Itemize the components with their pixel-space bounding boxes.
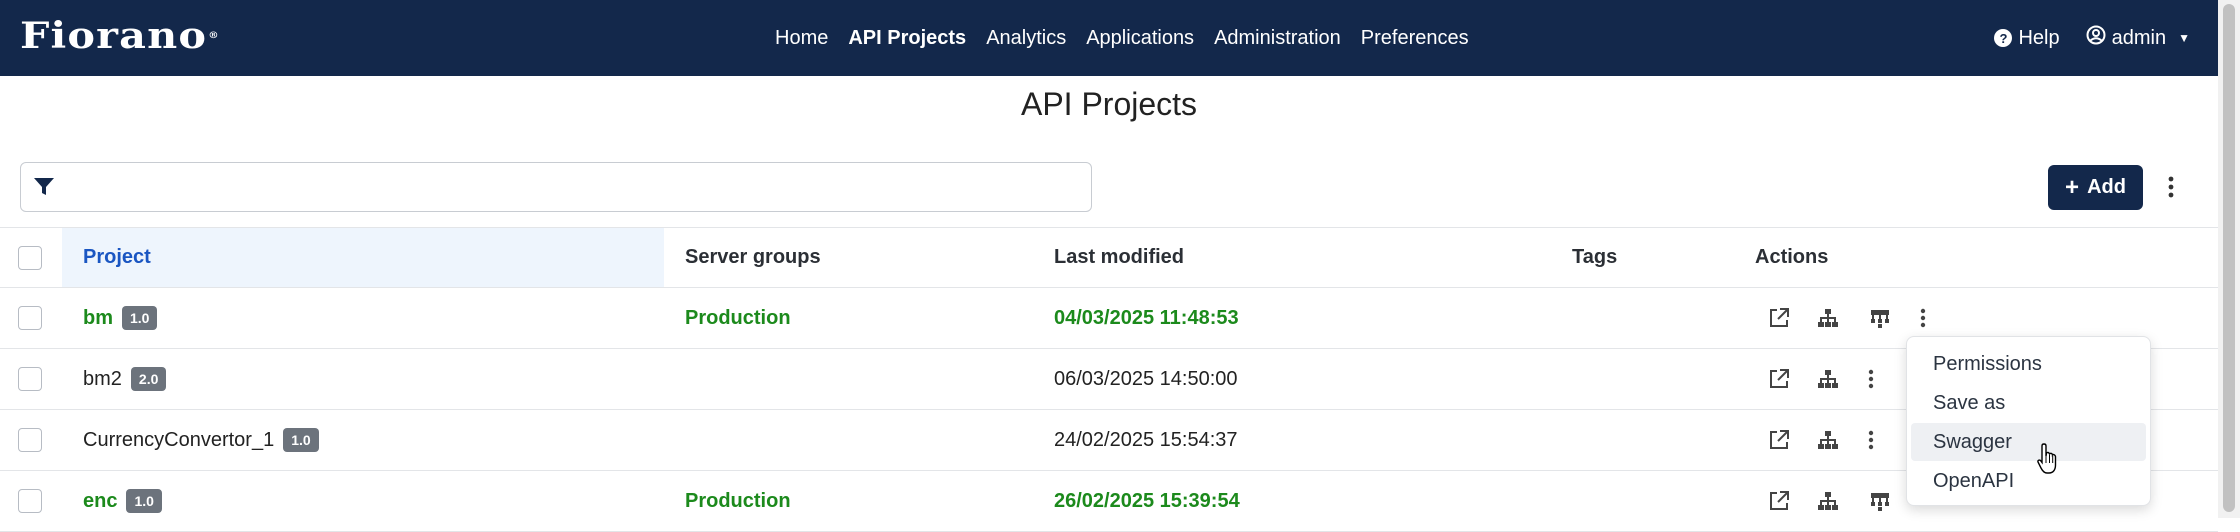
project-name-link[interactable]: enc bbox=[83, 490, 117, 513]
projects-table: Project Server groups Last modified Tags… bbox=[0, 227, 2218, 532]
help-label: Help bbox=[2018, 26, 2060, 49]
row-checkbox[interactable] bbox=[18, 367, 42, 391]
user-icon bbox=[2086, 25, 2106, 51]
version-badge: 1.0 bbox=[122, 306, 158, 330]
hierarchy-icon[interactable] bbox=[1869, 490, 1891, 512]
version-badge: 1.0 bbox=[283, 428, 319, 452]
column-header-last-modified[interactable]: Last modified bbox=[1054, 228, 1184, 287]
open-external-icon[interactable] bbox=[1768, 490, 1790, 512]
version-badge: 1.0 bbox=[126, 489, 162, 513]
nav-analytics[interactable]: Analytics bbox=[976, 0, 1076, 76]
row-checkbox[interactable] bbox=[18, 306, 42, 330]
fiorano-logo[interactable]: Fiorano® bbox=[20, 16, 220, 56]
version-badge: 2.0 bbox=[130, 367, 167, 391]
last-modified: 24/02/2025 15:54:37 bbox=[1054, 428, 1238, 451]
nav-api-projects[interactable]: API Projects bbox=[838, 0, 976, 76]
user-menu[interactable]: admin ▼ bbox=[2086, 25, 2190, 51]
add-button[interactable]: + Add bbox=[2048, 165, 2143, 210]
row-more-options-icon[interactable] bbox=[1860, 429, 1882, 451]
menu-item-openapi[interactable]: OpenAPI bbox=[1911, 462, 2146, 500]
sitemap-icon[interactable] bbox=[1817, 429, 1839, 451]
hand-pointer-icon bbox=[2036, 442, 2060, 476]
vertical-scrollbar[interactable] bbox=[2218, 0, 2240, 518]
column-header-server-groups[interactable]: Server groups bbox=[685, 228, 821, 287]
filter-bar[interactable] bbox=[20, 162, 1092, 212]
row-checkbox[interactable] bbox=[18, 428, 42, 452]
user-label: admin bbox=[2111, 26, 2167, 49]
last-modified: 26/02/2025 15:39:54 bbox=[1054, 489, 1240, 512]
scrollbar-thumb[interactable] bbox=[2223, 4, 2235, 512]
column-header-project[interactable]: Project bbox=[62, 228, 664, 287]
row-more-options-icon[interactable] bbox=[1860, 368, 1882, 390]
last-modified: 06/03/2025 14:50:00 bbox=[1054, 367, 1238, 390]
menu-item-swagger[interactable]: Swagger bbox=[1911, 423, 2146, 461]
open-external-icon[interactable] bbox=[1768, 368, 1790, 390]
column-header-actions: Actions bbox=[1755, 246, 1829, 268]
sitemap-icon[interactable] bbox=[1817, 307, 1839, 329]
help-link[interactable]: ? Help bbox=[1994, 26, 2060, 50]
last-modified: 04/03/2025 11:48:53 bbox=[1054, 306, 1239, 329]
select-all-checkbox[interactable] bbox=[18, 245, 42, 270]
project-name-link[interactable]: bm bbox=[83, 307, 113, 330]
table-row[interactable]: CurrencyConvertor_1 1.0 24/02/2025 15:54:… bbox=[0, 410, 2218, 471]
help-icon: ? bbox=[1994, 29, 2013, 47]
hierarchy-icon[interactable] bbox=[1869, 307, 1891, 329]
row-more-options-icon[interactable] bbox=[1912, 307, 1934, 329]
chevron-down-icon: ▼ bbox=[2178, 31, 2190, 45]
add-button-label: Add bbox=[2087, 176, 2126, 198]
row-actions-dropdown: Permissions Save as Swagger OpenAPI bbox=[1906, 336, 2151, 506]
top-navbar: Fiorano® Home API Projects Analytics App… bbox=[0, 0, 2218, 76]
sitemap-icon[interactable] bbox=[1817, 490, 1839, 512]
project-name-link[interactable]: bm2 bbox=[83, 368, 122, 391]
page-title: API Projects bbox=[1020, 86, 1198, 122]
nav-preferences[interactable]: Preferences bbox=[1351, 0, 1479, 76]
server-group: Production bbox=[685, 489, 791, 512]
server-group: Production bbox=[685, 306, 791, 329]
row-checkbox[interactable] bbox=[18, 489, 42, 513]
nav-applications[interactable]: Applications bbox=[1076, 0, 1204, 76]
table-header-row: Project Server groups Last modified Tags… bbox=[0, 227, 2218, 288]
plus-icon: + bbox=[2065, 173, 2080, 201]
open-external-icon[interactable] bbox=[1768, 307, 1790, 329]
menu-item-permissions[interactable]: Permissions bbox=[1911, 345, 2146, 383]
table-row[interactable]: bm2 2.0 06/03/2025 14:50:00 bbox=[0, 349, 2218, 410]
table-row[interactable]: enc 1.0 Production 26/02/2025 15:39:54 bbox=[0, 471, 2218, 532]
nav-administration[interactable]: Administration bbox=[1204, 0, 1351, 76]
open-external-icon[interactable] bbox=[1768, 429, 1790, 451]
filter-input[interactable] bbox=[71, 171, 1075, 205]
column-header-tags[interactable]: Tags bbox=[1572, 228, 1617, 287]
table-row[interactable]: bm 1.0 Production 04/03/2025 11:48:53 bbox=[0, 288, 2218, 349]
nav-home[interactable]: Home bbox=[765, 0, 838, 76]
more-options-icon[interactable] bbox=[2163, 174, 2179, 200]
menu-item-save-as[interactable]: Save as bbox=[1911, 384, 2146, 422]
sitemap-icon[interactable] bbox=[1817, 368, 1839, 390]
filter-icon bbox=[33, 177, 55, 197]
project-name-link[interactable]: CurrencyConvertor_1 bbox=[83, 429, 274, 452]
main-nav: Home API Projects Analytics Applications… bbox=[765, 0, 1479, 76]
